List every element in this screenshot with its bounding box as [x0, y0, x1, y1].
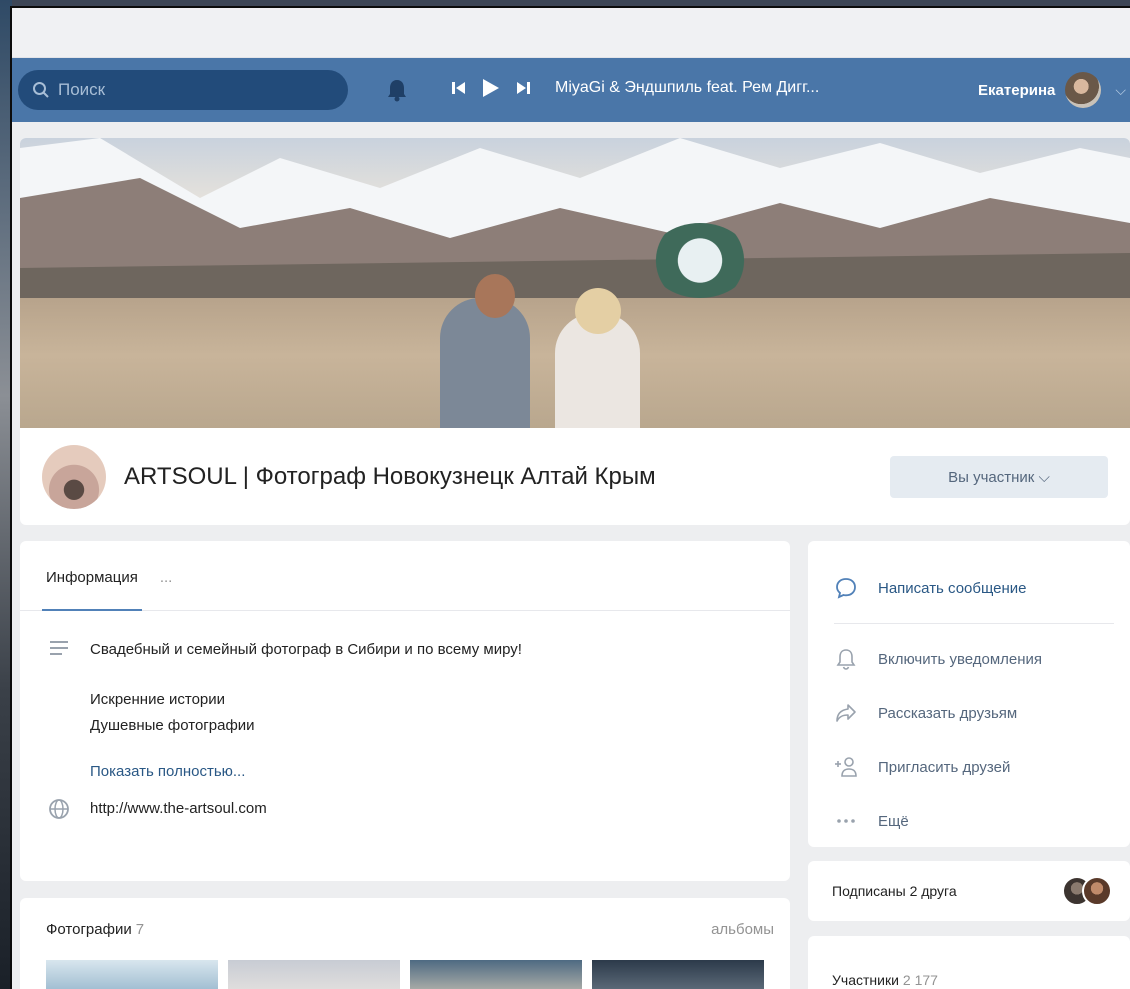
- globe-icon: [49, 799, 69, 819]
- cover-groom: [440, 298, 530, 428]
- photo-thumbnails: [20, 960, 790, 989]
- browser-toolbar: [12, 8, 1130, 58]
- show-more-link[interactable]: Показать полностью...: [90, 763, 762, 780]
- cover-groom-head: [475, 274, 515, 318]
- info-body: Свадебный и семейный фотограф в Сибири и…: [20, 611, 790, 822]
- add-friend-icon: [835, 757, 857, 777]
- photo-thumbnail[interactable]: [410, 960, 582, 989]
- divider: [834, 623, 1114, 624]
- info-card: Информация ... Свадебный и семейный фото…: [20, 541, 790, 881]
- tab-more[interactable]: ...: [160, 569, 173, 610]
- chevron-down-icon: ⌵: [1115, 81, 1126, 98]
- albums-link[interactable]: альбомы: [711, 921, 774, 938]
- group-actions-card: Написать сообщение Включить уведомления …: [808, 541, 1130, 847]
- group-header: ARTSOUL | Фотограф Новокузнецк Алтай Кры…: [20, 428, 1130, 525]
- browser-window: Поиск MiyaGi & Эндшпиль feat. Рем Дигг..…: [10, 6, 1130, 989]
- share-action[interactable]: Рассказать друзьям: [808, 686, 1130, 740]
- action-label: Пригласить друзей: [878, 758, 1011, 776]
- action-label: Ещё: [878, 812, 909, 830]
- photo-thumbnail[interactable]: [46, 960, 218, 989]
- cover-mountains-image: [20, 138, 1130, 298]
- more-action[interactable]: Ещё: [808, 794, 1130, 848]
- audio-player-controls: [452, 78, 530, 98]
- photos-label: Фотографии: [46, 920, 132, 938]
- members-card[interactable]: Участники 2 177: [808, 936, 1130, 989]
- play-icon[interactable]: [482, 78, 500, 98]
- membership-button[interactable]: Вы участник ⌵: [890, 456, 1108, 498]
- avatar: [1065, 72, 1102, 108]
- site-header: Поиск MiyaGi & Эндшпиль feat. Рем Дигг..…: [12, 58, 1130, 122]
- photos-card: Фотографии 7 альбомы: [20, 898, 790, 989]
- user-menu[interactable]: Екатерина ⌵: [978, 58, 1130, 122]
- description-line: Искренние истории: [90, 691, 226, 708]
- invite-friends-action[interactable]: Пригласить друзей: [808, 740, 1130, 794]
- photos-header: Фотографии 7 альбомы: [20, 898, 790, 960]
- group-description: Свадебный и семейный фотограф в Сибири и…: [90, 641, 522, 658]
- photos-count: 7: [135, 920, 145, 938]
- cover-bride-head: [575, 288, 621, 334]
- group-cover-card: ARTSOUL | Фотограф Новокузнецк Алтай Кры…: [20, 138, 1130, 525]
- search-placeholder: Поиск: [58, 80, 106, 99]
- action-label: Написать сообщение: [878, 579, 1027, 597]
- action-label: Рассказать друзьям: [878, 704, 1018, 722]
- send-message-action[interactable]: Написать сообщение: [808, 561, 1130, 615]
- group-avatar[interactable]: [42, 444, 106, 509]
- tab-information[interactable]: Информация: [42, 569, 142, 611]
- notifications-bell-icon[interactable]: [386, 78, 408, 102]
- members-label: Участники: [832, 972, 899, 988]
- cover-photo: [20, 138, 1130, 428]
- enable-notifications-action[interactable]: Включить уведомления: [808, 632, 1130, 686]
- current-track-title[interactable]: MiyaGi & Эндшпиль feat. Рем Дигг...: [555, 79, 819, 97]
- message-icon: [836, 578, 856, 599]
- user-name: Екатерина: [978, 81, 1056, 99]
- info-tabs: Информация ...: [20, 541, 790, 611]
- share-icon: [836, 704, 856, 722]
- description-line: Душевные фотографии: [90, 717, 255, 734]
- more-dots-icon: [837, 819, 855, 823]
- bell-outline-icon: [836, 649, 856, 670]
- description-lines-icon: [50, 641, 68, 655]
- page-title: ARTSOUL | Фотограф Новокузнецк Алтай Кры…: [124, 462, 656, 490]
- photos-title[interactable]: Фотографии 7: [46, 921, 144, 938]
- search-input[interactable]: Поиск: [18, 70, 348, 110]
- friend-avatars: [1062, 876, 1112, 906]
- subscribed-friends-card[interactable]: Подписаны 2 друга: [808, 861, 1130, 921]
- description-extra: Искренние истории Душевные фотографии: [90, 687, 762, 739]
- subscribed-friends-label: Подписаны 2 друга: [832, 883, 957, 899]
- photo-thumbnail[interactable]: [592, 960, 764, 989]
- next-track-icon[interactable]: [516, 80, 530, 96]
- search-icon: [33, 82, 49, 98]
- avatar: [1082, 876, 1112, 906]
- members-count: 2 177: [902, 972, 938, 988]
- previous-track-icon[interactable]: [452, 80, 466, 96]
- website-row: http://www.the-artsoul.com: [48, 796, 762, 822]
- cover-bouquet: [650, 223, 750, 298]
- action-label: Включить уведомления: [878, 650, 1043, 668]
- description-row: Свадебный и семейный фотограф в Сибири и…: [48, 637, 762, 663]
- photo-thumbnail[interactable]: [228, 960, 400, 989]
- website-link[interactable]: http://www.the-artsoul.com: [90, 796, 267, 822]
